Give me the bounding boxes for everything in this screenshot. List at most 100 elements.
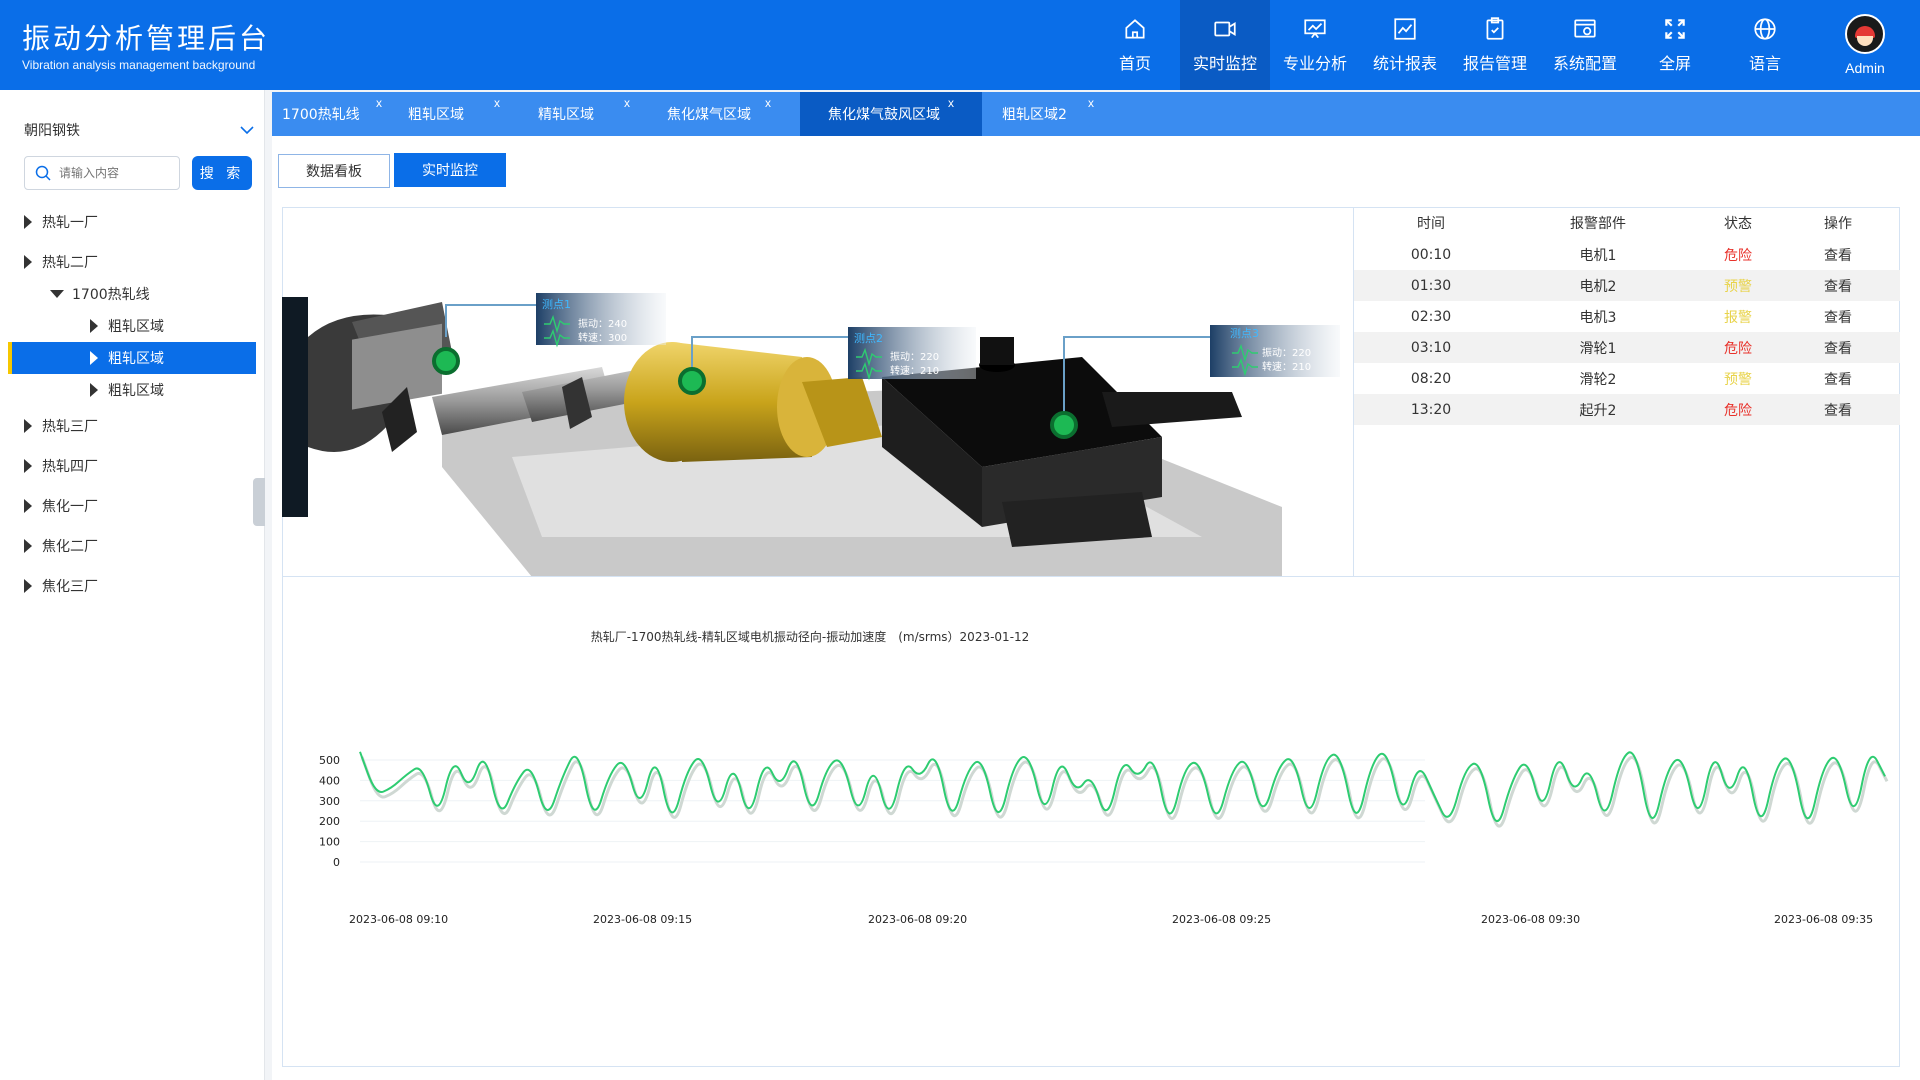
motor-knob-body (980, 337, 1014, 365)
tree-node-factory[interactable]: 热轧二厂 (0, 246, 265, 278)
org-select[interactable]: 朝阳钢铁 (24, 120, 254, 140)
mp1-leader (445, 304, 540, 337)
tree-node-area[interactable]: 粗轧区域 (0, 310, 265, 342)
y-tick-label: 0 (333, 856, 340, 869)
tree-node-label: 焦化二厂 (42, 539, 98, 555)
app-title: 振动分析管理后台 (22, 22, 271, 55)
tree-node-factory[interactable]: 焦化一厂 (0, 490, 265, 522)
view-link[interactable]: 查看 (1788, 338, 1888, 358)
nav-home[interactable]: 首页 (1090, 0, 1180, 90)
tab-1700-line[interactable]: 1700热轧线 x (282, 92, 392, 136)
view-link[interactable]: 查看 (1788, 400, 1888, 420)
nav-label: 语言 (1748, 54, 1781, 73)
mp3-speed: 转速：210 (1262, 360, 1311, 373)
caret-right-icon (90, 351, 98, 365)
org-select-value: 朝阳钢铁 (24, 123, 80, 139)
mp3-name: 测点3 (1230, 327, 1259, 340)
cell-part: 电机3 (1579, 309, 1617, 326)
caret-right-icon (24, 419, 32, 433)
y-tick-label: 300 (319, 795, 340, 808)
cell-time: 02:30 (1410, 308, 1452, 325)
tab-rough-rolling[interactable]: 粗轧区域 x (408, 92, 518, 136)
tab-label: 1700热轧线 (282, 107, 360, 123)
user-menu[interactable]: Admin (1810, 0, 1920, 90)
cell-status: 预警 (1724, 278, 1752, 295)
nav-fullscreen[interactable]: 全屏 (1630, 0, 1720, 90)
tab-coking-gas-blower[interactable]: 焦化煤气鼓风区域 x (800, 92, 982, 136)
cell-status: 危险 (1724, 247, 1752, 264)
caret-right-icon (24, 215, 32, 229)
mp1-speed: 转速：300 (578, 331, 627, 344)
tree-node-label: 焦化三厂 (42, 579, 98, 595)
tree-node-area-selected[interactable]: 粗轧区域 (8, 342, 256, 374)
realtime-view-button[interactable]: 实时监控 (394, 153, 506, 187)
tree-node-factory[interactable]: 热轧四厂 (0, 450, 265, 482)
tab-close-icon[interactable]: x (1088, 96, 1094, 110)
tree-node-factory[interactable]: 焦化二厂 (0, 530, 265, 562)
tab-close-icon[interactable]: x (624, 96, 630, 110)
caret-right-icon (24, 459, 32, 473)
tab-rough-rolling-2[interactable]: 粗轧区域2 x (1002, 92, 1112, 136)
mp2-name: 测点2 (854, 332, 883, 345)
nav-system-config[interactable]: 系统配置 (1540, 0, 1630, 90)
caret-right-icon (24, 579, 32, 593)
cell-time: 13:20 (1410, 401, 1452, 418)
sidebar-collapse-handle[interactable] (253, 478, 265, 526)
vibration-chart: 0 100 200 300 400 500 2023-06-08 09:10 2023-06-… (319, 751, 1889, 926)
search-icon (35, 165, 51, 181)
nav-label: 实时监控 (1192, 54, 1257, 73)
view-link[interactable]: 查看 (1788, 307, 1888, 327)
tree-node-line[interactable]: 1700热轧线 (0, 278, 265, 310)
camera-icon (1214, 21, 1236, 37)
nav-language[interactable]: 语言 (1720, 0, 1810, 90)
dashboard-view-button[interactable]: 数据看板 (278, 154, 390, 188)
nav-label: 系统配置 (1552, 54, 1617, 73)
alarm-table: 时间 报警部件 状态 操作 00:10 电机1 危险 查看 01:30 电机2 … (1354, 207, 1900, 577)
mp3-vibration: 振动：220 (1262, 346, 1311, 359)
tab-label: 焦化煤气鼓风区域 (828, 107, 940, 123)
view-link[interactable]: 查看 (1788, 369, 1888, 389)
tab-finish-rolling[interactable]: 精轧区域 x (538, 92, 648, 136)
tab-close-icon[interactable]: x (376, 96, 382, 110)
y-tick-label: 200 (319, 815, 340, 828)
nav-reports[interactable]: 报告管理 (1450, 0, 1540, 90)
cell-status: 报警 (1724, 309, 1752, 326)
machine-visualization: 测点1 振动：240 转速：300 测点2 振动：220 转速：210 测点3 … (282, 207, 1354, 577)
tree-node-label: 1700热轧线 (72, 287, 150, 303)
tab-close-icon[interactable]: x (494, 96, 500, 110)
tab-coking-gas[interactable]: 焦化煤气区域 x (667, 92, 787, 136)
col-header-status: 状态 (1724, 216, 1752, 232)
mp2-marker[interactable] (678, 367, 706, 395)
mp3-marker[interactable] (1050, 411, 1078, 439)
tree-node-factory[interactable]: 热轧一厂 (0, 206, 265, 238)
app-subtitle: Vibration analysis management background (22, 58, 256, 72)
tree-node-label: 粗轧区域 (108, 319, 164, 335)
tree-node-factory[interactable]: 热轧三厂 (0, 410, 265, 442)
mp1-marker[interactable] (432, 347, 460, 375)
tab-close-icon[interactable]: x (948, 96, 954, 110)
search-button[interactable]: 搜 索 (192, 156, 252, 190)
caret-right-icon (24, 255, 32, 269)
y-tick-label: 500 (319, 754, 340, 767)
table-row: 03:10 滑轮1 危险 查看 (1354, 332, 1900, 363)
cell-part: 电机2 (1579, 278, 1617, 295)
nav-analysis[interactable]: 专业分析 (1270, 0, 1360, 90)
nav-realtime-monitor[interactable]: 实时监控 (1180, 0, 1270, 90)
search-input[interactable] (59, 166, 169, 180)
fullscreen-icon (1665, 19, 1685, 39)
cell-part: 电机1 (1579, 247, 1617, 264)
tree-node-area[interactable]: 粗轧区域 (0, 374, 265, 406)
tree-node-label: 热轧一厂 (42, 215, 98, 231)
tab-close-icon[interactable]: x (765, 96, 771, 110)
tab-label: 粗轧区域2 (1002, 107, 1067, 123)
search-field[interactable] (24, 156, 180, 190)
x-tick-label: 2023-06-08 09:30 (1481, 913, 1580, 926)
mp1-vibration: 振动：240 (578, 317, 627, 330)
nav-statistics[interactable]: 统计报表 (1360, 0, 1450, 90)
tree-node-factory[interactable]: 焦化三厂 (0, 570, 265, 602)
view-link[interactable]: 查看 (1788, 276, 1888, 296)
cell-status: 危险 (1724, 340, 1752, 357)
caret-right-icon (24, 539, 32, 553)
series-shadow (360, 755, 1889, 828)
view-link[interactable]: 查看 (1788, 245, 1888, 265)
